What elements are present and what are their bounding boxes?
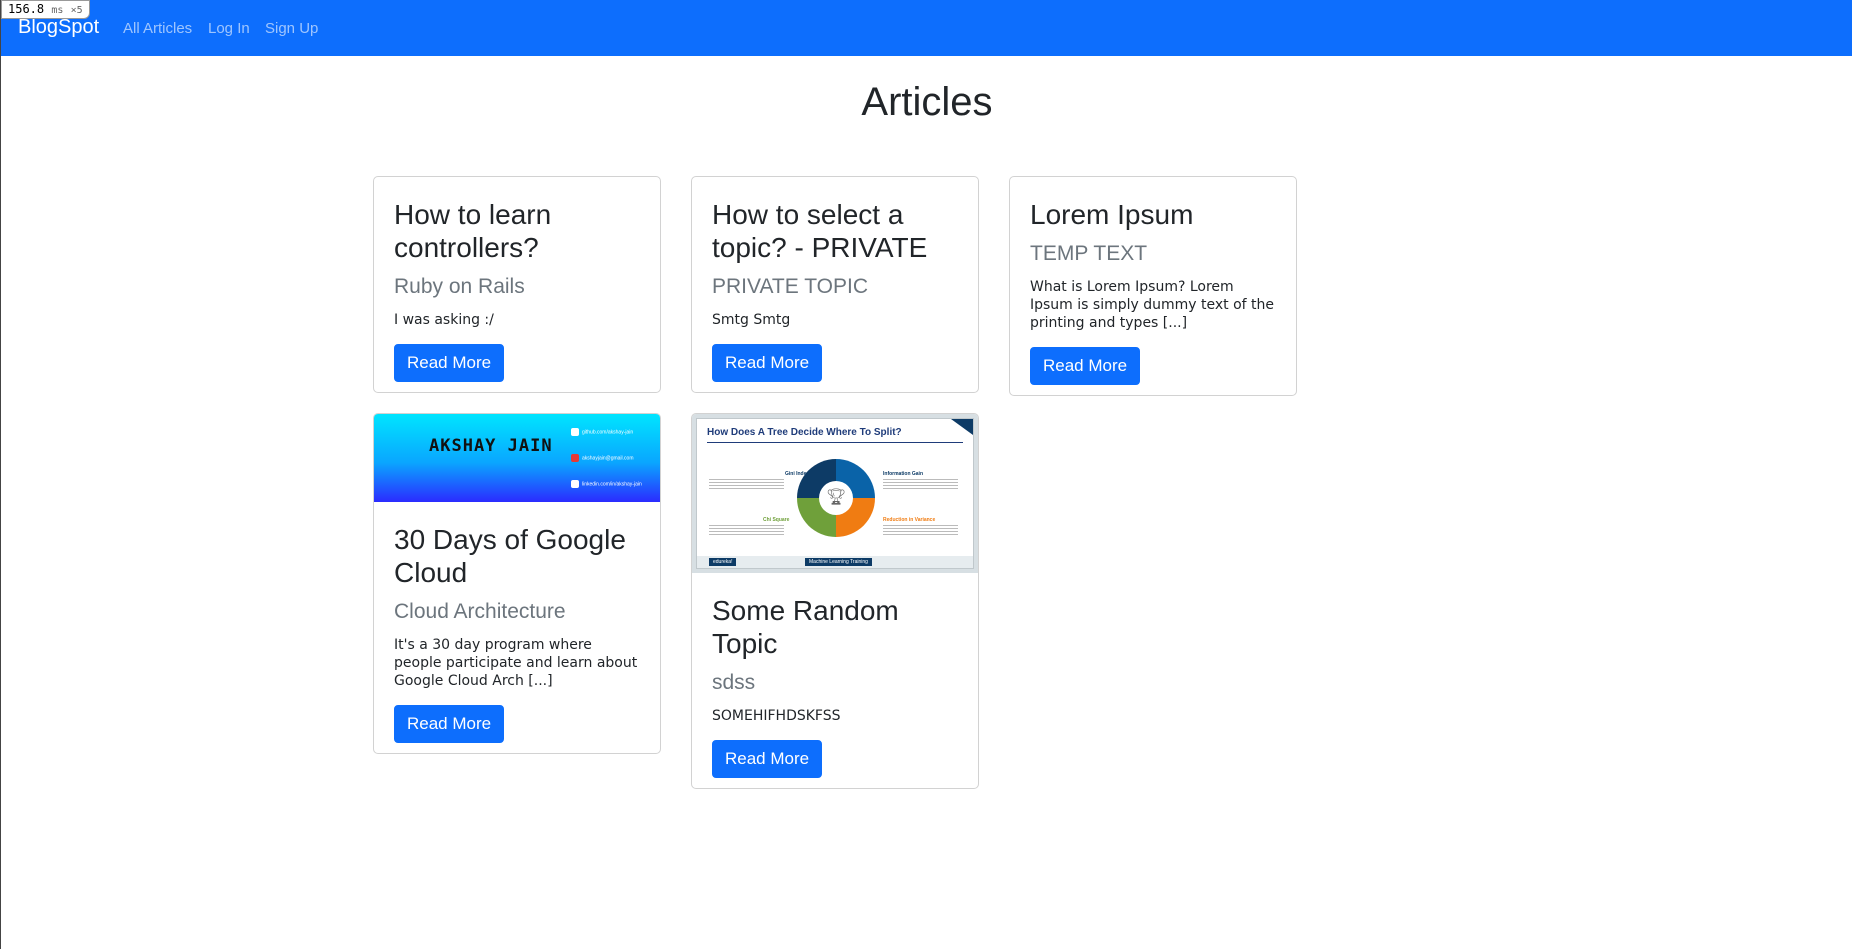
article-title: Some Random Topic — [712, 595, 899, 659]
slide-footer-course: Machine Learning Training — [805, 558, 872, 566]
nav-link-sign-up[interactable]: Sign Up — [265, 20, 318, 37]
article-excerpt: SOMEHIFHDSKFSS — [712, 708, 841, 724]
article-excerpt: It's a 30 day program where people parti… — [394, 637, 638, 689]
decision-tree-donut-chart: 🏆︎ — [797, 459, 875, 537]
article-category: TEMP TEXT — [1030, 242, 1148, 265]
article-title: How to learn controllers? — [394, 199, 552, 263]
read-more-button[interactable]: Read More — [394, 344, 505, 382]
article-card: How Does A Tree Decide Where To Split? G… — [691, 413, 979, 789]
brand-link[interactable]: BlogSpot — [18, 16, 99, 39]
slide-label: Reduction in Variance — [883, 517, 936, 523]
article-excerpt: I was asking :/ — [394, 312, 494, 328]
read-more-button[interactable]: Read More — [712, 740, 823, 778]
article-title: 30 Days of Google Cloud — [394, 524, 626, 588]
read-more-button[interactable]: Read More — [394, 705, 505, 743]
nav-link-all-articles[interactable]: All Articles — [123, 20, 192, 37]
trophy-icon: 🏆︎ — [819, 481, 853, 515]
slide-corner-decoration — [951, 419, 973, 435]
article-card: AKSHAY JAIN github.com/akshay-jain aksha… — [373, 413, 661, 754]
article-card: How to select a topic? - PRIVATE PRIVATE… — [691, 176, 979, 393]
article-title: How to select a topic? - PRIVATE — [712, 199, 928, 263]
linkedin-icon — [571, 480, 579, 488]
read-more-button[interactable]: Read More — [712, 344, 823, 382]
article-title: Lorem Ipsum — [1030, 199, 1194, 230]
article-cover-image: AKSHAY JAIN github.com/akshay-jain aksha… — [374, 414, 660, 502]
page-title: Articles — [861, 80, 993, 124]
slide-label: Chi Square — [763, 517, 790, 523]
mail-icon — [571, 454, 579, 462]
github-icon — [571, 428, 579, 436]
banner-name: AKSHAY JAIN — [429, 436, 553, 456]
banner-linkedin-row: linkedin.com/in/akshay-jain — [571, 480, 642, 488]
article-cover-image: How Does A Tree Decide Where To Split? G… — [692, 414, 978, 573]
navbar: BlogSpot All Articles Log In Sign Up — [1, 0, 1852, 56]
slide-label: Information Gain — [883, 471, 923, 477]
article-card: Lorem Ipsum TEMP TEXT What is Lorem Ipsu… — [1009, 176, 1297, 396]
article-card: How to learn controllers? Ruby on Rails … — [373, 176, 661, 393]
article-excerpt: What is Lorem Ipsum? Lorem Ipsum is simp… — [1030, 279, 1275, 331]
article-excerpt: Smtg Smtg — [712, 312, 791, 328]
article-category: Cloud Architecture — [394, 600, 566, 623]
slide-title: How Does A Tree Decide Where To Split? — [707, 427, 902, 438]
nav-link-log-in[interactable]: Log In — [208, 20, 250, 37]
article-category: Ruby on Rails — [394, 275, 525, 298]
banner-github-row: github.com/akshay-jain — [571, 428, 633, 436]
article-category: sdss — [712, 671, 756, 694]
article-category: PRIVATE TOPIC — [712, 275, 868, 298]
banner-email-row: akshayjain@gmail.com — [571, 454, 633, 462]
slide-footer-brand: edureka! — [709, 558, 737, 566]
performance-badge: 156.8 ms ×5 — [1, 0, 90, 19]
read-more-button[interactable]: Read More — [1030, 347, 1141, 385]
